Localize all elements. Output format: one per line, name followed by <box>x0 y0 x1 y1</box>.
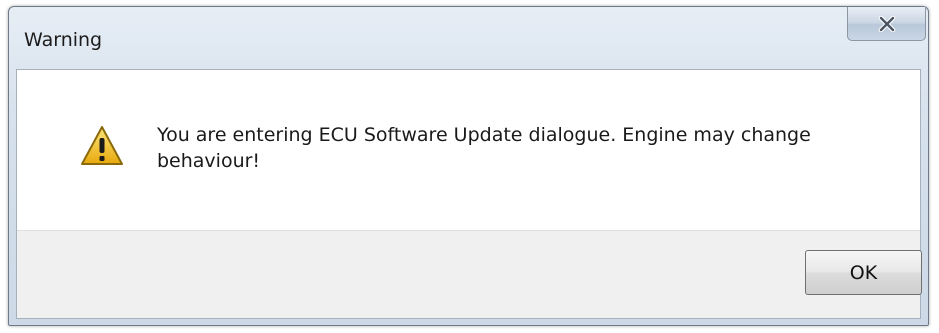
warning-message: You are entering ECU Software Update dia… <box>157 124 811 172</box>
title-bar[interactable]: Warning <box>9 7 928 67</box>
button-bar: OK <box>17 230 922 318</box>
window-title: Warning <box>24 29 103 51</box>
warning-icon <box>81 126 123 165</box>
ok-button[interactable]: OK <box>805 250 922 295</box>
close-icon <box>878 15 895 32</box>
warning-dialog: Warning You are entering ECU Software Up… <box>8 6 929 326</box>
close-button[interactable] <box>847 7 926 41</box>
message-area: You are entering ECU Software Update dia… <box>17 70 920 230</box>
dialog-client-area: You are entering ECU Software Update dia… <box>16 69 922 319</box>
